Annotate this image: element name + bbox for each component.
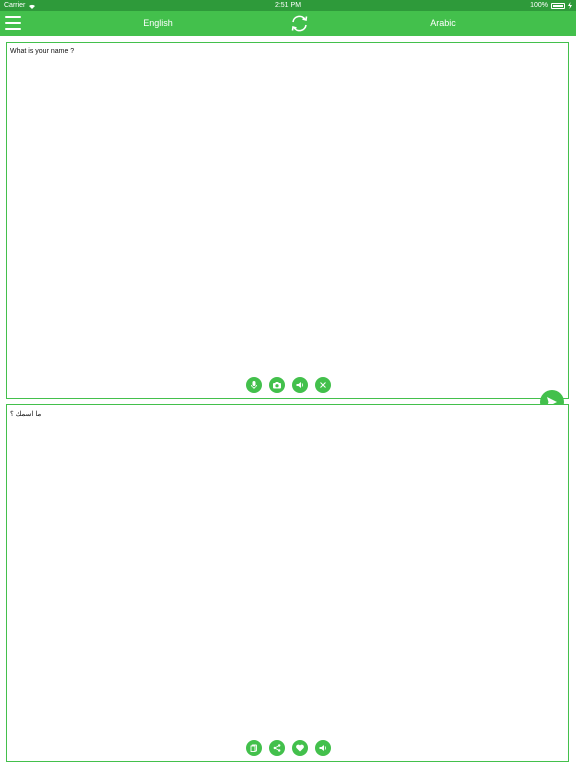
translation-panel: ما اسمك ؟ [6, 404, 569, 762]
source-text[interactable]: What is your name ? [10, 48, 74, 55]
nav-bar: English Arabic [0, 11, 576, 36]
source-text-panel[interactable]: What is your name ? [6, 42, 569, 399]
source-toolbar [246, 377, 331, 393]
charging-icon [568, 2, 572, 9]
battery-percent: 100% [530, 2, 548, 9]
swap-languages-icon[interactable] [289, 13, 310, 34]
translated-text: ما اسمك ؟ [10, 411, 42, 418]
speaker-icon [319, 745, 327, 751]
battery-indicator: 100% [530, 0, 572, 11]
menu-icon[interactable] [5, 16, 21, 30]
clear-button[interactable] [315, 377, 331, 393]
share-icon [273, 744, 281, 752]
status-time: 2:51 PM [274, 2, 302, 9]
translation-toolbar [246, 740, 331, 756]
microphone-icon [251, 381, 257, 389]
copy-button[interactable] [246, 740, 262, 756]
share-button[interactable] [269, 740, 285, 756]
favorite-button[interactable] [292, 740, 308, 756]
source-speaker-button[interactable] [292, 377, 308, 393]
target-language-button[interactable]: Arabic [383, 11, 503, 36]
camera-icon [273, 382, 281, 389]
source-language-button[interactable]: English [98, 11, 218, 36]
clear-icon [320, 382, 326, 388]
status-bar: Carrier 2:51 PM 100% [0, 0, 576, 11]
microphone-button[interactable] [246, 377, 262, 393]
camera-button[interactable] [269, 377, 285, 393]
favorite-icon [296, 744, 304, 752]
copy-icon [250, 744, 257, 752]
battery-icon [551, 2, 565, 9]
translation-speaker-button[interactable] [315, 740, 331, 756]
speaker-icon [296, 382, 304, 388]
